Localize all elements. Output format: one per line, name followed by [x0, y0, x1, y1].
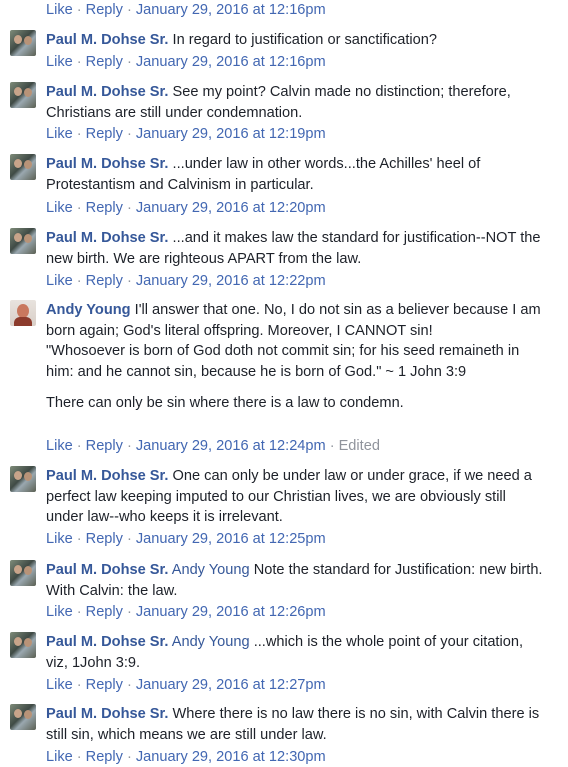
like-link[interactable]: Like — [46, 2, 73, 18]
comment-actions: Like · Reply · January 29, 2016 at 12:25pm — [46, 531, 326, 547]
comment-actions: Like · Reply · January 29, 2016 at 12:16pm — [46, 54, 326, 70]
comment-text-extra: There can only be sin where there is a l… — [46, 395, 404, 411]
comment-author[interactable]: Paul M. Dohse Sr. — [46, 468, 168, 484]
comment-timestamp[interactable]: January 29, 2016 at 12:22pm — [136, 273, 326, 289]
reply-link[interactable]: Reply — [86, 126, 123, 142]
comment-timestamp[interactable]: January 29, 2016 at 12:16pm — [136, 54, 326, 70]
reply-link[interactable]: Reply — [86, 54, 123, 70]
comment-body: Andy Young I'll answer that one. No, I d… — [46, 300, 546, 414]
comment-timestamp[interactable]: January 29, 2016 at 12:24pm — [136, 438, 326, 454]
avatar[interactable] — [10, 466, 36, 492]
comment-author[interactable]: Andy Young — [46, 302, 131, 318]
comment-body: Paul M. Dohse Sr. One can only be under … — [46, 466, 546, 528]
avatar[interactable] — [10, 300, 36, 326]
comment-body: Paul M. Dohse Sr. In regard to justifica… — [46, 30, 546, 51]
like-link[interactable]: Like — [46, 438, 73, 454]
comment-author[interactable]: Paul M. Dohse Sr. — [46, 32, 168, 48]
comment-timestamp[interactable]: January 29, 2016 at 12:27pm — [136, 677, 326, 693]
avatar[interactable] — [10, 228, 36, 254]
comment-text: In regard to justification or sanctifica… — [172, 32, 437, 48]
comment-timestamp[interactable]: January 29, 2016 at 12:25pm — [136, 531, 326, 547]
mention-link[interactable]: Andy Young — [172, 562, 250, 578]
like-link[interactable]: Like — [46, 126, 73, 142]
comment-timestamp[interactable]: January 29, 2016 at 12:16pm — [136, 2, 326, 18]
like-link[interactable]: Like — [46, 677, 73, 693]
reply-link[interactable]: Reply — [86, 604, 123, 620]
reply-link[interactable]: Reply — [86, 273, 123, 289]
reply-link[interactable]: Reply — [86, 749, 123, 765]
comment-body: Paul M. Dohse Sr. ...and it makes law th… — [46, 228, 546, 269]
comment-actions: Like · Reply · January 29, 2016 at 12:19pm — [46, 126, 326, 142]
like-link[interactable]: Like — [46, 273, 73, 289]
comment-actions: Like · Reply · January 29, 2016 at 12:30pm — [46, 749, 326, 765]
comment-actions: Like · Reply · January 29, 2016 at 12:20pm — [46, 200, 326, 216]
comment-body: Paul M. Dohse Sr. Where there is no law … — [46, 704, 546, 745]
avatar[interactable] — [10, 560, 36, 586]
avatar[interactable] — [10, 82, 36, 108]
like-link[interactable]: Like — [46, 54, 73, 70]
comment-timestamp[interactable]: January 29, 2016 at 12:20pm — [136, 200, 326, 216]
comment-body: Paul M. Dohse Sr. See my point? Calvin m… — [46, 82, 546, 123]
comment-author[interactable]: Paul M. Dohse Sr. — [46, 562, 168, 578]
comment-body: Paul M. Dohse Sr. ...under law in other … — [46, 154, 546, 195]
avatar[interactable] — [10, 704, 36, 730]
comment-quote: "Whosoever is born of God doth not commi… — [46, 343, 520, 380]
comment-author[interactable]: Paul M. Dohse Sr. — [46, 84, 168, 100]
avatar[interactable] — [10, 632, 36, 658]
mention-link[interactable]: Andy Young — [172, 634, 250, 650]
like-link[interactable]: Like — [46, 531, 73, 547]
comment-body: Paul M. Dohse Sr. Andy Young Note the st… — [46, 560, 546, 601]
like-link[interactable]: Like — [46, 604, 73, 620]
reply-link[interactable]: Reply — [86, 200, 123, 216]
comment-actions: Like · Reply · January 29, 2016 at 12:26pm — [46, 604, 326, 620]
comment-author[interactable]: Paul M. Dohse Sr. — [46, 156, 168, 172]
like-link[interactable]: Like — [46, 200, 73, 216]
avatar[interactable] — [10, 30, 36, 56]
avatar[interactable] — [10, 154, 36, 180]
comment-author[interactable]: Paul M. Dohse Sr. — [46, 634, 168, 650]
comment-author[interactable]: Paul M. Dohse Sr. — [46, 230, 168, 246]
comment-body: Paul M. Dohse Sr. Andy Young ...which is… — [46, 632, 546, 673]
comment-actions: Like · Reply · January 29, 2016 at 12:27pm — [46, 677, 326, 693]
reply-link[interactable]: Reply — [86, 2, 123, 18]
reply-link[interactable]: Reply — [86, 677, 123, 693]
comment-author[interactable]: Paul M. Dohse Sr. — [46, 706, 168, 722]
reply-link[interactable]: Reply — [86, 531, 123, 547]
comment-timestamp[interactable]: January 29, 2016 at 12:30pm — [136, 749, 326, 765]
reply-link[interactable]: Reply — [86, 438, 123, 454]
comment-actions: Like · Reply · January 29, 2016 at 12:16pm — [46, 2, 326, 18]
comment-actions: Like · Reply · January 29, 2016 at 12:24pm · E… — [46, 438, 380, 454]
edited-label[interactable]: Edited — [339, 438, 380, 454]
comment-timestamp[interactable]: January 29, 2016 at 12:19pm — [136, 126, 326, 142]
comment-timestamp[interactable]: January 29, 2016 at 12:26pm — [136, 604, 326, 620]
comment-actions: Like · Reply · January 29, 2016 at 12:22pm — [46, 273, 326, 289]
like-link[interactable]: Like — [46, 749, 73, 765]
